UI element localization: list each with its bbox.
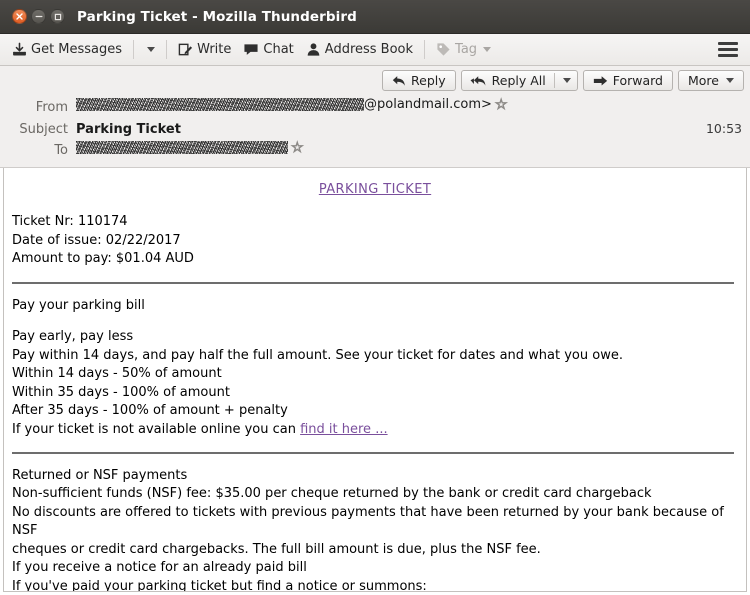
write-button[interactable]: Write <box>172 40 237 59</box>
after-35-days-line: After 35 days - 100% of amount + penalty <box>12 403 288 419</box>
nsf-fee-line: Non-sufficient funds (NSF) fee: $35.00 p… <box>12 486 652 502</box>
already-paid-line: If you've paid your parking ticket but f… <box>12 578 427 592</box>
hamburger-bar <box>718 54 738 57</box>
pay-bill-heading: Pay your parking bill <box>12 297 145 313</box>
already-paid-heading: If you receive a notice for an already p… <box>12 560 307 576</box>
title-bar: Parking Ticket - Mozilla Thunderbird <box>0 0 750 34</box>
reply-all-dropdown-button[interactable] <box>555 71 577 90</box>
maximize-window-button[interactable] <box>50 9 65 24</box>
reply-all-arrow-icon <box>470 75 486 86</box>
chevron-down-icon <box>726 78 734 83</box>
header-row-from: From @polandmail.com> ☆ <box>8 94 742 118</box>
reply-arrow-icon <box>392 75 405 86</box>
star-icon[interactable]: ☆ <box>291 140 305 155</box>
forward-arrow-icon <box>593 75 607 86</box>
more-label: More <box>688 73 719 88</box>
pay-bill-section: Pay your parking bill Pay early, pay les… <box>12 297 738 439</box>
reply-all-button-group: Reply All <box>460 70 578 91</box>
toolbar-separator-2 <box>166 40 168 59</box>
minimize-icon <box>35 15 42 18</box>
find-it-here-line: If your ticket is not available online y… <box>12 421 738 439</box>
chevron-down-icon <box>147 47 156 52</box>
hamburger-bar <box>718 42 738 45</box>
chevron-down-icon <box>483 47 492 52</box>
main-toolbar: Get Messages Write Chat Address Book Tag <box>0 34 750 66</box>
get-messages-label: Get Messages <box>31 42 123 57</box>
find-it-here-prefix: If your ticket is not available online y… <box>12 421 301 437</box>
chat-label: Chat <box>263 42 294 57</box>
divider-rule-1 <box>12 281 734 284</box>
nsf-heading: Returned or NSF payments <box>12 467 188 483</box>
person-icon <box>307 43 320 56</box>
from-value[interactable]: @polandmail.com> ☆ <box>76 94 742 115</box>
pay-early-line: Pay early, pay less <box>12 329 134 345</box>
reply-all-button[interactable]: Reply All <box>462 71 554 90</box>
close-icon <box>16 13 23 20</box>
write-pencil-icon <box>178 43 193 56</box>
within-14-days-line: Within 14 days - 50% of amount <box>12 366 222 382</box>
toolbar-separator-3 <box>424 40 426 59</box>
close-window-button[interactable] <box>12 9 27 24</box>
within-35-days-line: Within 35 days - 100% of amount <box>12 384 230 400</box>
window-controls <box>12 9 65 24</box>
reply-button[interactable]: Reply <box>382 70 456 91</box>
address-book-button[interactable]: Address Book <box>300 40 419 59</box>
ticket-amount-line: Amount to pay: $01.04 AUD <box>12 251 194 267</box>
from-label: From <box>35 100 68 115</box>
get-messages-button[interactable]: Get Messages <box>6 40 128 59</box>
tag-icon <box>437 43 450 56</box>
ticket-details: Ticket Nr: 110174 Date of issue: 02/22/2… <box>12 213 738 268</box>
header-row-subject: Subject Parking Ticket 10:53 <box>8 118 742 140</box>
more-button[interactable]: More <box>678 70 744 91</box>
window-title: Parking Ticket - Mozilla Thunderbird <box>77 8 357 25</box>
parking-ticket-link[interactable]: PARKING TICKET <box>319 182 431 197</box>
ticket-date-line: Date of issue: 02/22/2017 <box>12 232 181 248</box>
to-redacted-text <box>76 141 288 154</box>
forward-label: Forward <box>612 73 663 88</box>
write-label: Write <box>197 42 232 57</box>
subject-value: Parking Ticket <box>76 122 181 137</box>
nsf-payments-section: Returned or NSF payments Non-sufficient … <box>12 467 738 592</box>
app-menu-button[interactable] <box>716 39 740 60</box>
nsf-discounts-line-1: No discounts are offered to tickets with… <box>12 504 728 539</box>
chevron-down-icon <box>562 78 571 83</box>
to-value[interactable]: ☆ <box>76 140 742 155</box>
header-row-to: To ☆ <box>8 140 742 161</box>
reply-all-label: Reply All <box>491 73 546 88</box>
hamburger-bar <box>718 48 738 51</box>
toolbar-separator-1 <box>133 40 135 59</box>
message-header: Reply Reply All Forward More From @polan… <box>0 66 750 168</box>
message-action-buttons: Reply Reply All Forward More <box>0 66 750 93</box>
download-mail-icon <box>13 42 26 56</box>
chat-bubble-icon <box>244 44 258 55</box>
subject-label: Subject <box>19 122 68 137</box>
pay-within-line: Pay within 14 days, and pay half the ful… <box>12 347 623 363</box>
ticket-number-line: Ticket Nr: 110174 <box>12 214 128 230</box>
message-timestamp: 10:53 <box>705 121 742 136</box>
find-it-here-link[interactable]: find it here ... <box>300 422 387 437</box>
tag-button[interactable]: Tag <box>430 40 497 59</box>
forward-button[interactable]: Forward <box>582 70 673 91</box>
document-title: PARKING TICKET <box>12 181 738 199</box>
minimize-window-button[interactable] <box>31 9 46 24</box>
message-header-fields: From @polandmail.com> ☆ Subject Parking … <box>0 93 750 161</box>
star-icon[interactable]: ☆ <box>494 97 508 112</box>
get-messages-dropdown-button[interactable] <box>139 45 161 54</box>
tag-label: Tag <box>455 42 478 57</box>
message-body: PARKING TICKET Ticket Nr: 110174 Date of… <box>3 168 747 592</box>
chat-button[interactable]: Chat <box>237 40 299 59</box>
nsf-discounts-line-2: cheques or credit card chargebacks. The … <box>12 541 541 557</box>
reply-label: Reply <box>411 73 446 88</box>
address-book-label: Address Book <box>324 42 414 57</box>
to-label: To <box>54 143 68 158</box>
thunderbird-window: Parking Ticket - Mozilla Thunderbird Get… <box>0 0 750 595</box>
divider-rule-2 <box>12 451 734 454</box>
from-domain: @polandmail.com> <box>364 97 492 112</box>
from-redacted-text <box>76 98 364 111</box>
maximize-icon <box>54 13 61 20</box>
